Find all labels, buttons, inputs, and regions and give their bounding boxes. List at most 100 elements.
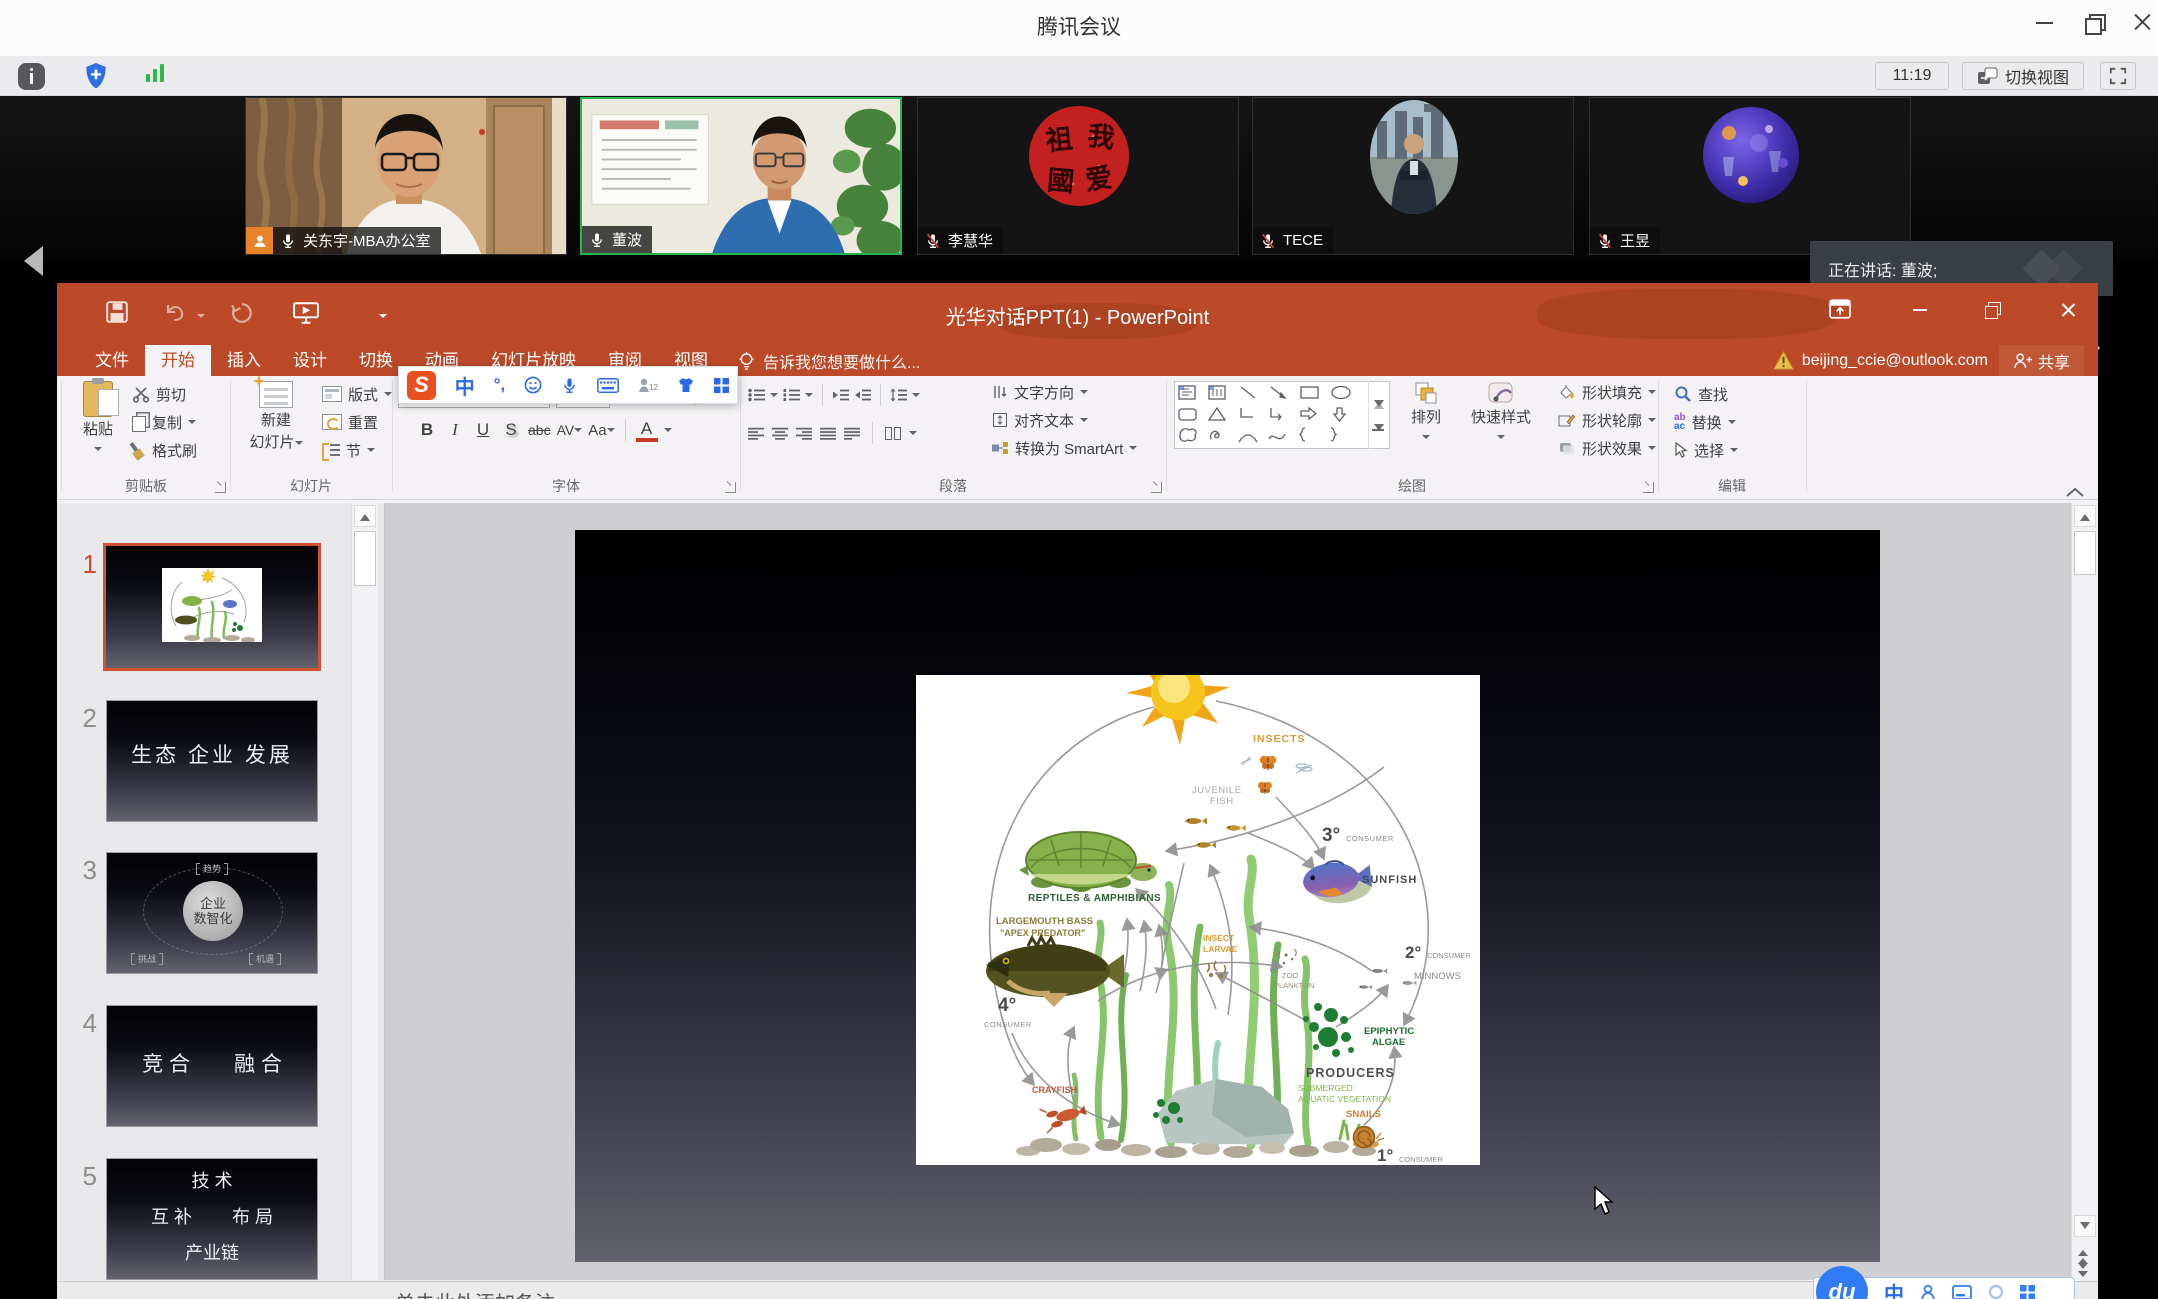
slide-thumbnail-3[interactable]: 趋势 企业 数智化 挑战 机遇 — [106, 852, 318, 974]
switch-view-button[interactable]: 切换视图 — [1962, 62, 2084, 90]
ime2-search-icon[interactable] — [1988, 1284, 2004, 1299]
fullscreen-button[interactable] — [2100, 62, 2136, 90]
network-signal-icon[interactable] — [142, 62, 169, 89]
participant-tile-lihuihua[interactable]: 祖 我 國 爱 李慧华 — [917, 97, 1239, 255]
increase-indent-icon[interactable] — [854, 388, 871, 402]
share-button[interactable]: 共享 — [1999, 345, 2084, 376]
notes-pane[interactable]: 单击此处添加备注 — [57, 1281, 2098, 1299]
ribbon-display-options-icon[interactable] — [1829, 299, 1851, 319]
justify-icon[interactable] — [820, 427, 836, 440]
strip-prev-icon[interactable] — [24, 246, 43, 276]
sogou-ime-toolbar[interactable]: S 中 °, 12 — [398, 366, 738, 404]
canvas-scrollbar[interactable] — [2071, 503, 2098, 1280]
section-button[interactable]: 节 — [322, 438, 375, 462]
bullets-icon[interactable] — [748, 388, 765, 402]
ime2-window-icon[interactable] — [1952, 1285, 1972, 1299]
text-shadow-button[interactable]: S — [500, 418, 522, 442]
distribute-icon[interactable] — [844, 427, 860, 440]
ime2-language-mode[interactable]: 中 — [1884, 1278, 1904, 1299]
shape-fill-button[interactable]: 形状填充 — [1558, 380, 1656, 404]
canvas-scroll-down-icon[interactable] — [2074, 1215, 2096, 1237]
shapes-gallery[interactable] — [1174, 381, 1390, 449]
slide-thumbnail-1[interactable] — [103, 543, 321, 671]
ime-emoji-icon[interactable] — [524, 376, 542, 394]
ppt-restore-icon[interactable] — [1977, 295, 2011, 325]
find-button[interactable]: 查找 — [1674, 382, 1728, 406]
numbering-icon[interactable] — [783, 388, 800, 402]
thumbnail-scroll-up-icon[interactable] — [354, 505, 376, 527]
bold-button[interactable]: B — [416, 418, 438, 442]
bullets-dropdown-icon[interactable] — [770, 393, 778, 401]
paragraph-dialog-launcher-icon[interactable] — [1151, 482, 1162, 493]
underline-button[interactable]: U — [472, 418, 494, 442]
close-icon[interactable] — [2128, 8, 2158, 38]
ime-mic-icon[interactable] — [561, 377, 578, 394]
tab-design[interactable]: 设计 — [277, 345, 343, 376]
ime-language-mode[interactable]: 中 — [455, 371, 475, 400]
participant-tile-dongbo[interactable]: 董波 — [580, 97, 902, 255]
reset-button[interactable]: 重置 — [322, 410, 378, 434]
shape-effects-button[interactable]: 形状效果 — [1558, 436, 1656, 460]
thumbnail-scrollbar[interactable] — [351, 503, 378, 1280]
slide-canvas-area[interactable]: INSECTS JUVENILE FISH 3° CONSUMER SUNFIS… — [385, 503, 2072, 1280]
notes-placeholder[interactable]: 单击此处添加备注 — [395, 1287, 555, 1299]
participant-tile-wangyu[interactable]: 王昱 — [1589, 97, 1911, 255]
ppt-close-icon[interactable] — [2051, 295, 2085, 325]
previous-slide-icon[interactable] — [2078, 1245, 2088, 1264]
sogou-logo[interactable]: S — [407, 371, 436, 400]
select-button[interactable]: 选择 — [1674, 438, 1738, 462]
italic-button[interactable]: I — [444, 418, 466, 442]
layout-button[interactable]: 版式 — [322, 382, 392, 406]
align-center-icon[interactable] — [772, 427, 788, 440]
tab-insert[interactable]: 插入 — [211, 345, 277, 376]
strikethrough-button[interactable]: abc — [528, 418, 551, 442]
minimize-icon[interactable] — [2030, 8, 2060, 38]
font-dialog-launcher-icon[interactable] — [725, 482, 736, 493]
ime-toolbox-icon[interactable] — [714, 378, 729, 393]
clipboard-dialog-launcher-icon[interactable] — [215, 482, 226, 493]
tell-me-box[interactable]: 告诉我您想要做什么... — [738, 345, 920, 376]
align-left-icon[interactable] — [748, 427, 764, 440]
slide-thumbnail-4[interactable]: 竞 合 融 合 — [106, 1005, 318, 1127]
tab-file[interactable]: 文件 — [79, 345, 145, 376]
font-color-dropdown-icon[interactable] — [664, 428, 672, 436]
slide-thumbnail-5[interactable]: 技 术 互 补 布 局 产业链 — [106, 1158, 318, 1280]
arrange-button[interactable]: 排列 — [1398, 382, 1454, 443]
ime-skin-icon[interactable] — [677, 377, 695, 393]
decrease-indent-icon[interactable] — [832, 388, 849, 402]
slide-thumbnail-2[interactable]: 生态 企业 发展 — [106, 700, 318, 822]
paste-button[interactable]: 粘贴 — [72, 381, 124, 455]
maximize-icon[interactable] — [2080, 8, 2110, 38]
ime2-grid-icon[interactable] — [2020, 1285, 2035, 1299]
align-right-icon[interactable] — [796, 427, 812, 440]
cut-button[interactable]: 剪切 — [132, 382, 186, 406]
quick-styles-button[interactable]: 快速样式 — [1458, 382, 1544, 443]
canvas-scroll-thumb[interactable] — [2074, 531, 2096, 575]
columns-icon[interactable] — [885, 427, 901, 440]
format-painter-button[interactable]: 格式刷 — [132, 438, 197, 462]
change-case-button[interactable]: Aa — [588, 418, 614, 442]
ppt-minimize-icon[interactable] — [1903, 295, 1937, 325]
numbering-dropdown-icon[interactable] — [805, 393, 813, 401]
ecosystem-image[interactable]: INSECTS JUVENILE FISH 3° CONSUMER SUNFIS… — [916, 675, 1480, 1165]
thumbnail-scroll-thumb[interactable] — [354, 531, 376, 586]
character-spacing-button[interactable]: AV — [557, 418, 583, 442]
line-spacing-dropdown-icon[interactable] — [912, 393, 920, 401]
copy-button[interactable]: 复制 — [132, 410, 196, 434]
drawing-dialog-launcher-icon[interactable] — [1643, 482, 1654, 493]
font-color-button[interactable]: A — [636, 418, 658, 442]
replace-button[interactable]: ab ac 替换 — [1674, 410, 1736, 434]
ime-login-person-icon[interactable]: 12 — [637, 377, 658, 393]
next-slide-icon[interactable] — [2078, 1263, 2088, 1282]
text-direction-button[interactable]: 文字方向 — [992, 380, 1088, 404]
shapes-gallery-scroll[interactable] — [1368, 381, 1388, 449]
ime-keyboard-icon[interactable] — [597, 378, 619, 393]
new-slide-button[interactable]: 新建 幻灯片 — [240, 381, 312, 452]
line-spacing-icon[interactable] — [890, 388, 907, 402]
account-area[interactable]: beijing_ccie@outlook.com — [1773, 345, 1988, 376]
current-slide[interactable]: INSECTS JUVENILE FISH 3° CONSUMER SUNFIS… — [575, 530, 1880, 1262]
participant-tile-guandongyu[interactable]: 关东宇-MBA办公室 — [245, 97, 567, 255]
ribbon-collapse-icon[interactable] — [2064, 486, 2086, 499]
security-shield-icon[interactable] — [84, 62, 108, 90]
ime-punctuation[interactable]: °, — [494, 375, 506, 395]
